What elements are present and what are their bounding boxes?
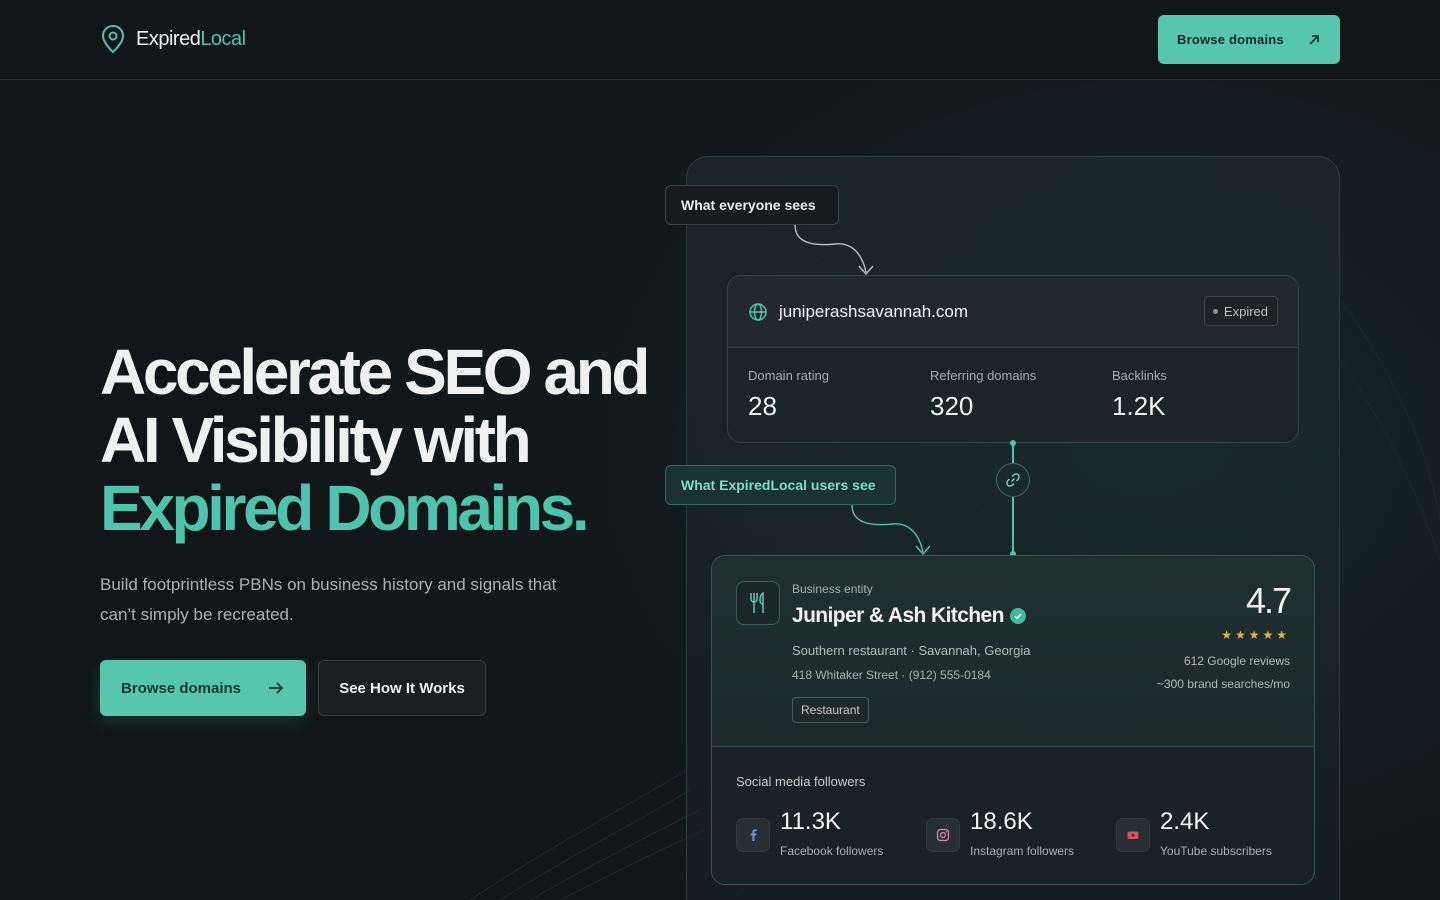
what-users-see-label: What ExpiredLocal users see [665, 465, 896, 505]
restaurant-icon-box [736, 581, 780, 625]
header-browse-domains-label: Browse domains [1177, 32, 1284, 47]
facebook-icon [736, 818, 770, 852]
browse-domains-label: Browse domains [121, 679, 242, 697]
curved-arrow-2 [851, 504, 931, 556]
map-pin-icon [101, 24, 125, 54]
what-everyone-sees-label: What everyone sees [665, 185, 839, 225]
star-rating-icon: ★★★★★ [1221, 628, 1290, 642]
social-value: 11.3K [780, 808, 841, 835]
verified-check-icon [1009, 608, 1026, 624]
logo-text: ExpiredLocal [136, 27, 246, 50]
business-entity-summary: Business entity Juniper & Ash Kitchen So… [712, 556, 1314, 747]
metric-domain-rating: Domain rating 28 [748, 368, 829, 422]
see-how-it-works-button[interactable]: See How It Works [318, 660, 486, 716]
domain-card-header: juniperashsavannah.com Expired [728, 276, 1298, 348]
youtube-icon [1116, 818, 1150, 852]
social-label: Instagram followers [970, 844, 1075, 858]
hero-subtitle: Build footprintless PBNs on business his… [100, 575, 557, 624]
business-category-location: Southern restaurant · Savannah, Georgia [792, 643, 1031, 658]
curved-arrow-1 [794, 224, 874, 276]
header-browse-domains-button[interactable]: Browse domains [1158, 15, 1340, 64]
hero-title-line-2: AI Visibility with [100, 404, 532, 476]
arrow-up-right-icon [1309, 34, 1319, 45]
metric-value: 28 [748, 391, 777, 421]
social-value: 2.4K [1160, 808, 1210, 835]
link-icon [1006, 473, 1020, 487]
arrow-right-icon [269, 682, 284, 694]
metric-value: 1.2K [1112, 391, 1166, 421]
rating-value: 4.7 [1245, 580, 1292, 621]
globe-icon [749, 302, 767, 321]
browse-domains-button[interactable]: Browse domains [100, 660, 306, 716]
metric-label: Referring domains [930, 368, 1037, 383]
metric-referring-domains: Referring domains 320 [930, 368, 1036, 422]
business-name: Juniper & Ash Kitchen [792, 604, 1026, 628]
social-label: YouTube subscribers [1160, 844, 1272, 858]
hero-title-line-3: Expired Domains. [100, 472, 590, 544]
social-label: Facebook followers [780, 844, 884, 858]
hero-title: Accelerate SEO and AI Visibility with Ex… [100, 338, 660, 542]
business-kicker: Business entity [792, 582, 873, 596]
expired-status-badge: Expired [1203, 296, 1278, 326]
hero-title-line-1: Accelerate SEO and [100, 336, 650, 408]
metric-backlinks: Backlinks 1.2K [1112, 368, 1167, 422]
social-followers-section: Social media followers 11.3K Facebook fo… [712, 747, 1314, 884]
social-title: Social media followers [736, 774, 866, 789]
connector-line-top [1012, 444, 1014, 463]
domain-name: juniperashsavannah.com [779, 301, 969, 321]
status-dot-icon [1212, 308, 1218, 314]
business-name-text: Juniper & Ash Kitchen [792, 604, 1004, 627]
business-entity-card[interactable]: Business entity Juniper & Ash Kitchen So… [711, 555, 1315, 885]
link-connector [996, 463, 1030, 497]
social-value: 18.6K [970, 808, 1033, 835]
metric-label: Domain rating [748, 368, 829, 383]
top-header: ExpiredLocal Browse domains [0, 0, 1440, 80]
domain-card[interactable]: juniperashsavannah.com Expired Domain ra… [727, 275, 1299, 443]
instagram-icon [926, 818, 960, 852]
brand-searches: ~300 brand searches/mo [1156, 677, 1290, 691]
business-address-phone: 418 Whitaker Street · (912) 555-0184 [792, 668, 991, 682]
domain-metrics: Domain rating 28 Referring domains 320 B… [728, 348, 1298, 442]
metric-value: 320 [930, 391, 974, 421]
utensils-icon [750, 592, 764, 613]
connector-line-bottom [1012, 497, 1014, 553]
metric-label: Backlinks [1112, 368, 1167, 383]
business-category-tag: Restaurant [792, 697, 869, 723]
logo[interactable]: ExpiredLocal [100, 24, 246, 54]
expired-status-text: Expired [1223, 303, 1268, 319]
google-reviews-count: 612 Google reviews [1183, 654, 1290, 668]
